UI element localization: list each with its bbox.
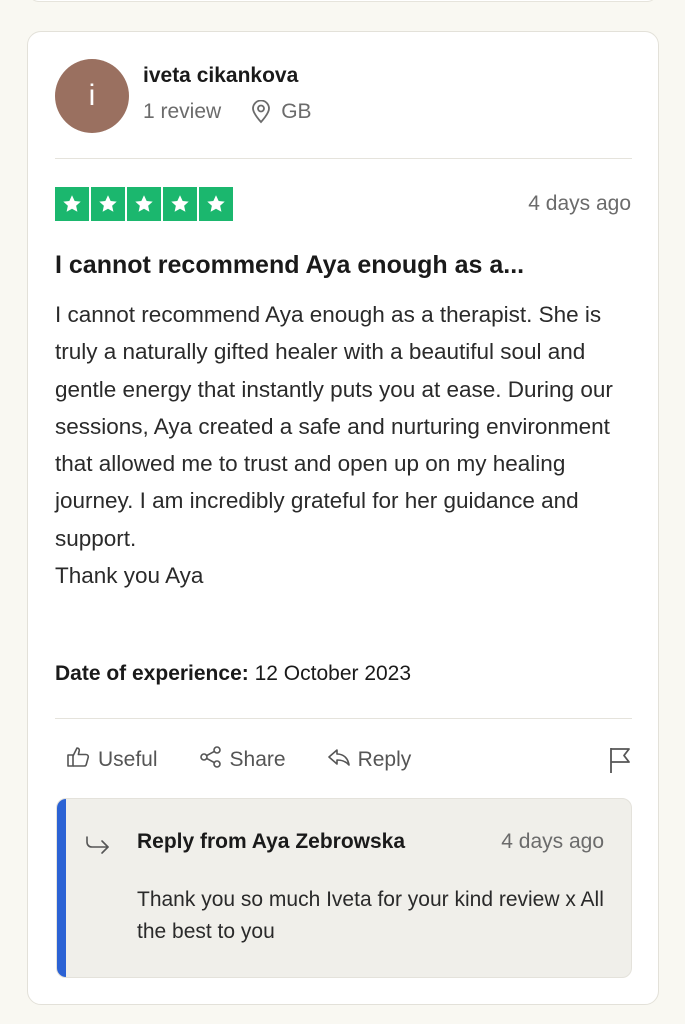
review-actions: Useful Share Reply bbox=[66, 744, 632, 776]
avatar-letter: i bbox=[88, 79, 96, 112]
avatar[interactable]: i bbox=[55, 59, 129, 133]
experience-label: Date of experience: bbox=[55, 662, 249, 685]
star-icon bbox=[199, 187, 233, 221]
share-label: Share bbox=[229, 748, 286, 771]
useful-button[interactable]: Useful bbox=[66, 745, 158, 775]
star-icon bbox=[127, 187, 161, 221]
useful-label: Useful bbox=[98, 748, 158, 771]
previous-review-card bbox=[28, 0, 658, 2]
reviewer-name[interactable]: iveta cikankova bbox=[143, 64, 298, 88]
share-icon bbox=[198, 745, 230, 775]
reviewer-meta: 1 review GB bbox=[143, 100, 312, 124]
company-reply: Reply from Aya Zebrowska 4 days ago Than… bbox=[56, 798, 632, 978]
star-rating bbox=[55, 187, 233, 221]
experience-date: 12 October 2023 bbox=[254, 662, 412, 685]
reply-author: Reply from Aya Zebrowska bbox=[137, 830, 406, 853]
reviewer-country: GB bbox=[281, 100, 312, 123]
reply-text: Thank you so much Iveta for your kind re… bbox=[137, 888, 604, 943]
share-button[interactable]: Share bbox=[198, 745, 286, 775]
reply-forward-icon bbox=[85, 835, 111, 862]
star-icon bbox=[55, 187, 89, 221]
review-body-paragraph: I cannot recommend Aya enough as a thera… bbox=[55, 302, 613, 551]
review-body: I cannot recommend Aya enough as a thera… bbox=[55, 296, 640, 594]
review-card: i iveta cikankova 1 review GB 4 days ago… bbox=[27, 31, 659, 1005]
star-icon bbox=[163, 187, 197, 221]
reply-label: Reply bbox=[357, 748, 412, 771]
review-body-paragraph: Thank you Aya bbox=[55, 563, 204, 589]
date-of-experience: Date of experience: 12 October 2023 bbox=[55, 662, 411, 686]
reply-date: 4 days ago bbox=[501, 830, 604, 853]
reply-arrow-icon bbox=[326, 745, 358, 775]
review-count: 1 review bbox=[143, 100, 222, 123]
location-pin-icon bbox=[251, 100, 271, 124]
thumbs-up-icon bbox=[66, 745, 98, 775]
review-title[interactable]: I cannot recommend Aya enough as a... bbox=[55, 251, 635, 280]
header-divider bbox=[55, 158, 632, 159]
reply-button[interactable]: Reply bbox=[326, 745, 412, 775]
star-icon bbox=[91, 187, 125, 221]
actions-divider bbox=[55, 718, 632, 719]
flag-icon[interactable] bbox=[608, 746, 632, 779]
review-date: 4 days ago bbox=[528, 192, 631, 215]
reply-accent-bar bbox=[57, 799, 66, 977]
